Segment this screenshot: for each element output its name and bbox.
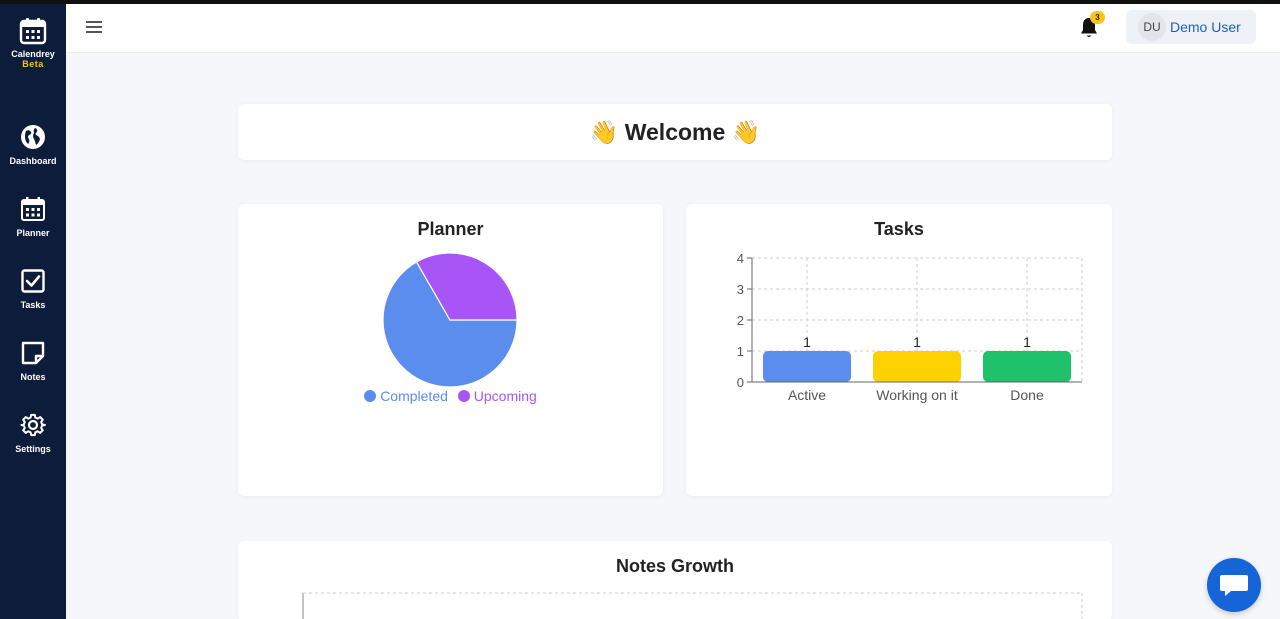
legend-label: Upcoming bbox=[473, 388, 537, 404]
note-icon bbox=[21, 341, 45, 365]
calendar-icon bbox=[21, 197, 45, 221]
legend-swatch bbox=[364, 390, 377, 402]
bar-active[interactable] bbox=[763, 351, 851, 382]
user-name: Demo User bbox=[1170, 19, 1241, 35]
y-tick-label: 4 bbox=[737, 251, 744, 266]
chat-icon bbox=[1220, 575, 1248, 596]
tasks-bar-chart: 0 1 2 3 4 1 Active 1 Working on it 1 Done bbox=[737, 251, 1083, 403]
planner-title: Planner bbox=[417, 219, 484, 239]
y-tick-label: 1 bbox=[737, 344, 744, 359]
y-tick-label: 0 bbox=[737, 375, 744, 390]
x-tick-label: Active bbox=[788, 387, 826, 403]
tasks-card: Tasks 0 1 2 3 4 1 Active 1 Working on it 1 Done bbox=[686, 204, 1112, 496]
welcome-heading: 👋 Welcome 👋 bbox=[589, 119, 761, 145]
bar-data-label: 1 bbox=[1023, 334, 1031, 350]
planner-legend: Completed Upcoming bbox=[238, 388, 663, 404]
tasks-title: Tasks bbox=[874, 219, 924, 239]
y-tick-label: 2 bbox=[737, 313, 744, 328]
welcome-card: 👋 Welcome 👋 bbox=[238, 104, 1112, 160]
bar-done[interactable] bbox=[983, 351, 1071, 382]
top-bar: 3 DU Demo User bbox=[66, 4, 1280, 53]
notification-badge: 3 bbox=[1090, 11, 1105, 24]
user-menu[interactable]: DU Demo User bbox=[1126, 10, 1256, 44]
bar-data-label: 1 bbox=[803, 334, 811, 350]
bar-working-on-it[interactable] bbox=[873, 351, 961, 382]
brand[interactable]: Calendrey Beta bbox=[0, 16, 66, 69]
hamburger-line bbox=[86, 31, 102, 33]
sidebar-item-label: Tasks bbox=[20, 300, 46, 310]
planner-card: Planner Completed Upcoming bbox=[238, 204, 663, 496]
hamburger-line bbox=[86, 21, 102, 23]
sidebar-item-dashboard[interactable]: Dashboard bbox=[0, 124, 66, 166]
legend-item-completed[interactable]: Completed bbox=[364, 388, 448, 404]
sidebar-item-label: Settings bbox=[15, 444, 51, 454]
beta-badge: Beta bbox=[22, 59, 44, 69]
checkbox-icon bbox=[21, 269, 45, 293]
globe-icon bbox=[21, 125, 45, 149]
sidebar-item-label: Notes bbox=[20, 372, 46, 382]
app-name: Calendrey bbox=[11, 49, 55, 59]
sidebar-item-label: Planner bbox=[16, 228, 50, 238]
avatar: DU bbox=[1138, 13, 1166, 41]
x-tick-label: Working on it bbox=[876, 387, 958, 403]
menu-toggle-button[interactable] bbox=[86, 21, 102, 35]
sidebar-item-settings[interactable]: Settings bbox=[0, 412, 66, 454]
notes-growth-card: Notes Growth bbox=[238, 541, 1112, 619]
gear-icon bbox=[20, 413, 46, 437]
legend-swatch bbox=[457, 390, 470, 402]
y-tick-label: 3 bbox=[737, 282, 744, 297]
notes-growth-title: Notes Growth bbox=[615, 556, 734, 576]
x-tick-label: Done bbox=[1010, 387, 1044, 403]
sidebar-item-planner[interactable]: Planner bbox=[0, 196, 66, 238]
legend-item-upcoming[interactable]: Upcoming bbox=[457, 388, 537, 404]
sidebar: Calendrey Beta Dashboard Planner Tasks N… bbox=[0, 4, 66, 619]
sidebar-item-label: Dashboard bbox=[9, 156, 57, 166]
calendar-icon bbox=[19, 18, 47, 45]
hamburger-line bbox=[86, 26, 102, 28]
notes-growth-chart bbox=[302, 592, 1083, 619]
legend-label: Completed bbox=[380, 388, 448, 404]
chat-button[interactable] bbox=[1207, 558, 1261, 612]
sidebar-item-notes[interactable]: Notes bbox=[0, 340, 66, 382]
bar-data-label: 1 bbox=[913, 334, 921, 350]
sidebar-item-tasks[interactable]: Tasks bbox=[0, 268, 66, 310]
